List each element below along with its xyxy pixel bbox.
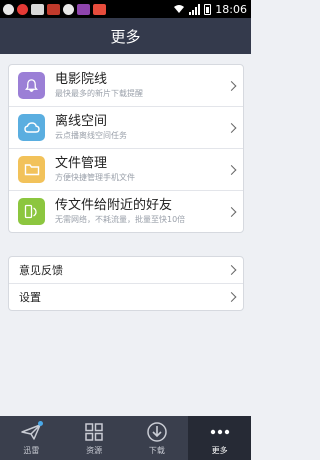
more-dots-icon bbox=[209, 421, 231, 443]
tab-xunlei[interactable]: 迅雷 bbox=[0, 416, 63, 460]
chevron-right-icon bbox=[226, 122, 237, 133]
tab-label: 更多 bbox=[211, 445, 228, 455]
menu-item-title: 电影院线 bbox=[55, 72, 108, 87]
status-time: 18:06 bbox=[215, 2, 247, 16]
tab-label: 资源 bbox=[86, 445, 103, 455]
battery-icon bbox=[204, 3, 212, 15]
tab-resources[interactable]: 资源 bbox=[63, 416, 126, 460]
phone-share-icon bbox=[18, 198, 45, 225]
tab-bar: 迅雷 资源 下载 更多 bbox=[0, 416, 251, 460]
menu-item-offline[interactable]: 离线空间 云点播离线空间任务 bbox=[9, 107, 243, 149]
chevron-right-icon bbox=[226, 265, 237, 275]
menu-item-subtitle: 无需网络，不耗流量，批量至快10倍 bbox=[55, 215, 186, 224]
page-title: 更多 bbox=[110, 27, 141, 46]
header: 更多 bbox=[0, 18, 251, 54]
notification-badge bbox=[37, 421, 43, 426]
chevron-right-icon bbox=[226, 164, 237, 175]
menu-item-subtitle: 云点播离线空间任务 bbox=[55, 131, 127, 140]
menu-item-subtitle: 最快最多的新片下载提醒 bbox=[55, 89, 143, 98]
settings-label: 设置 bbox=[19, 291, 41, 304]
wifi-icon bbox=[174, 5, 185, 13]
settings-item[interactable]: 设置 bbox=[9, 284, 243, 310]
menu-item-subtitle: 方便快捷管理手机文件 bbox=[55, 173, 135, 182]
app-icon bbox=[77, 3, 90, 15]
menu-item-cinema[interactable]: 电影院线 最快最多的新片下载提醒 bbox=[9, 65, 243, 107]
signal-icon bbox=[189, 3, 201, 15]
tab-more[interactable]: 更多 bbox=[188, 416, 251, 460]
menu-item-title: 离线空间 bbox=[55, 114, 108, 129]
menu-item-title: 传文件给附近的好友 bbox=[55, 198, 173, 213]
taobao-icon bbox=[93, 3, 106, 15]
tab-label: 迅雷 bbox=[23, 445, 40, 455]
chevron-right-icon bbox=[226, 80, 237, 91]
image-icon bbox=[47, 3, 60, 15]
menu-item-nearby-transfer[interactable]: 传文件给附近的好友 无需网络，不耗流量，批量至快10倍 bbox=[9, 191, 243, 232]
feedback-label: 意见反馈 bbox=[19, 264, 63, 277]
tab-downloads[interactable]: 下载 bbox=[126, 416, 189, 460]
mail-icon bbox=[31, 3, 44, 15]
chevron-right-icon bbox=[226, 206, 237, 217]
qq-icon bbox=[3, 3, 14, 15]
status-bar: 18:06 bbox=[0, 0, 251, 18]
tab-label: 下载 bbox=[148, 445, 165, 455]
bell-icon bbox=[18, 72, 45, 99]
folder-icon bbox=[18, 156, 45, 183]
feedback-item[interactable]: 意见反馈 bbox=[9, 257, 243, 284]
qq-icon bbox=[63, 3, 74, 15]
menu-group: 电影院线 最快最多的新片下载提醒 离线空间 云点播离线空间任务 文件管理 方便快… bbox=[8, 64, 244, 233]
grid-icon bbox=[84, 421, 104, 443]
weibo-icon bbox=[17, 3, 28, 15]
settings-group: 意见反馈 设置 bbox=[8, 256, 244, 311]
menu-item-title: 文件管理 bbox=[55, 156, 108, 171]
cloud-icon bbox=[18, 114, 45, 141]
menu-item-file-manager[interactable]: 文件管理 方便快捷管理手机文件 bbox=[9, 149, 243, 191]
chevron-right-icon bbox=[226, 292, 237, 302]
download-icon bbox=[146, 421, 168, 443]
